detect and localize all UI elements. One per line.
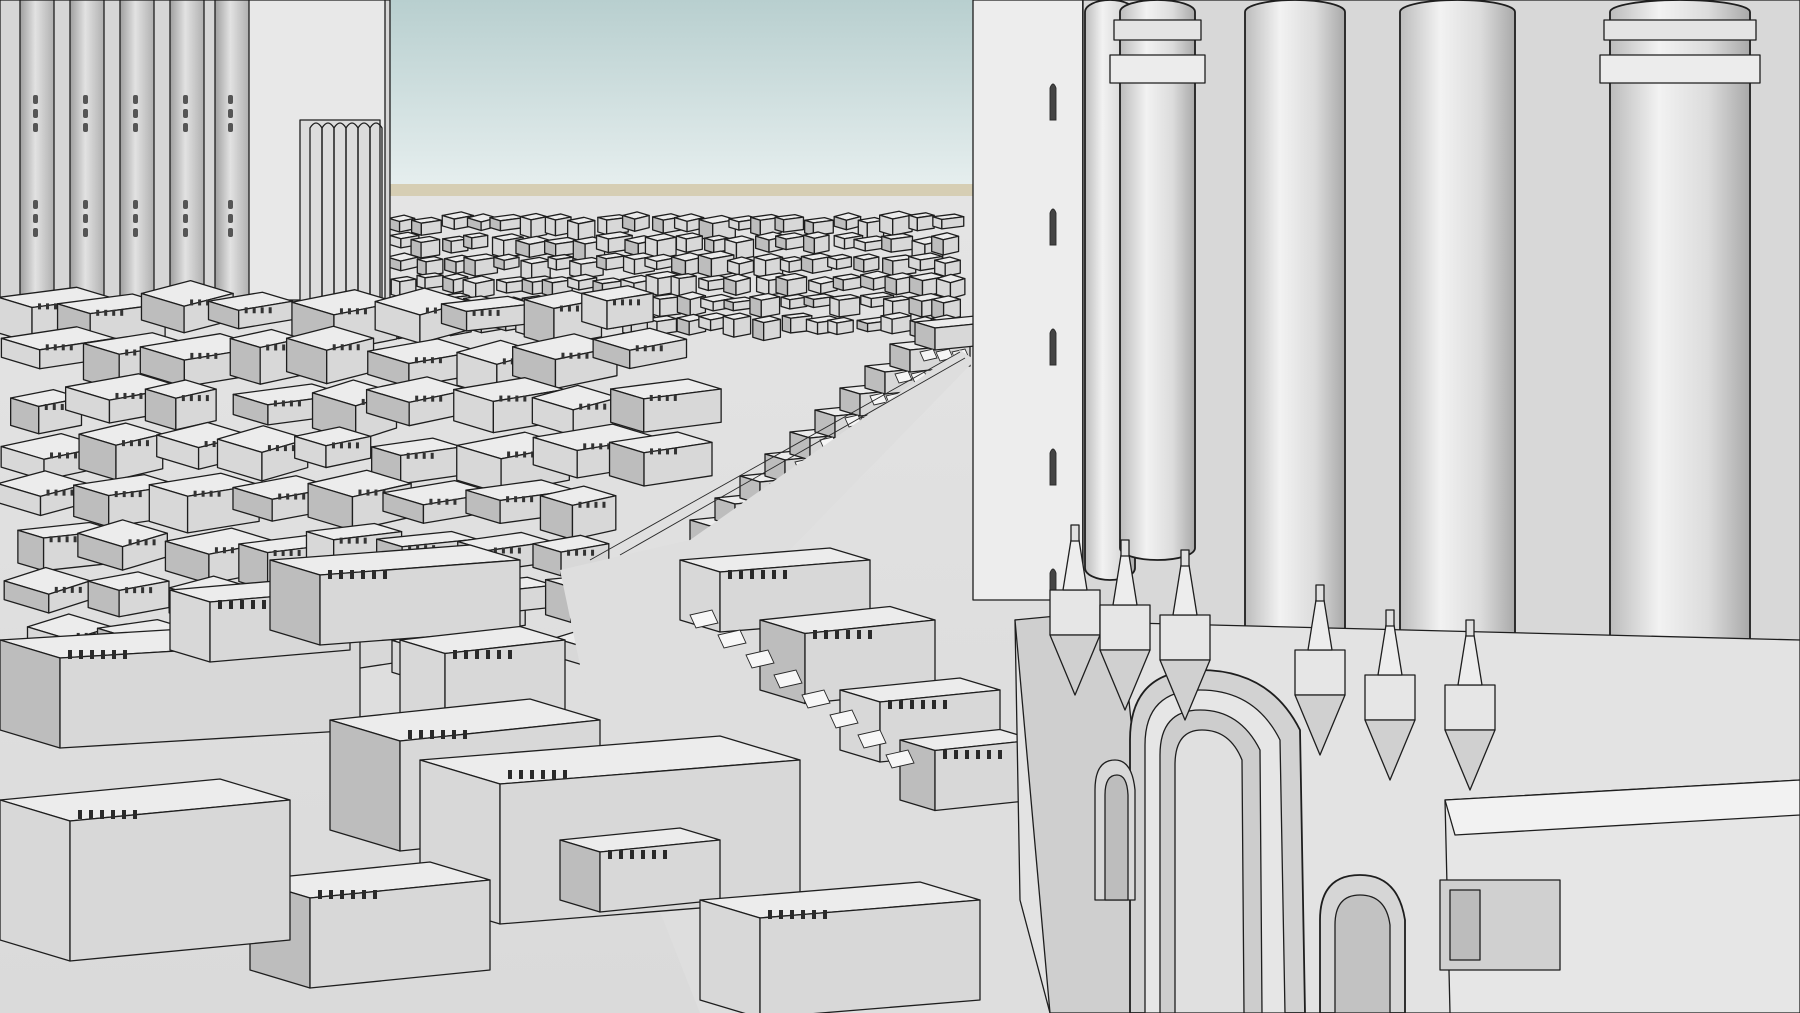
3d-model-viewport[interactable]	[0, 0, 1800, 1013]
horizon-band	[380, 184, 980, 198]
left-tower	[0, 0, 391, 306]
sketchup-scene[interactable]	[0, 0, 1800, 1013]
sky	[380, 0, 980, 190]
right-cathedral	[972, 0, 1800, 1013]
